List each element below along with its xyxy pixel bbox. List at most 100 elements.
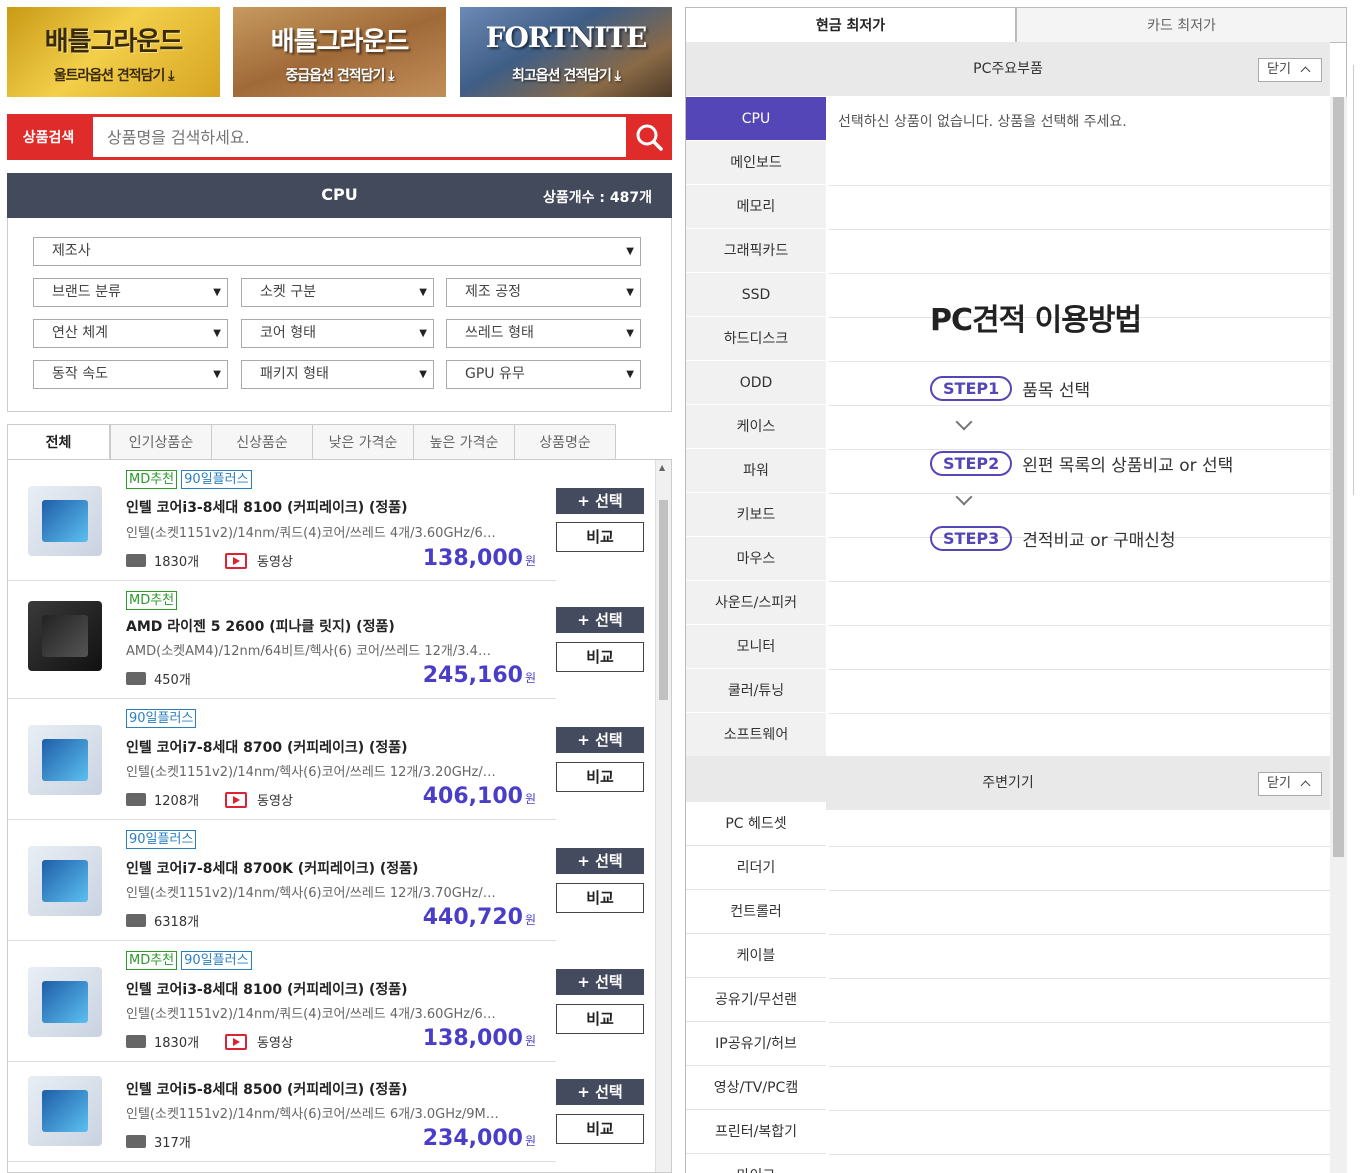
compare-button[interactable]: 비교: [556, 522, 644, 552]
filter-core[interactable]: 코어 형태: [241, 319, 434, 348]
menu-item-0[interactable]: CPU: [686, 97, 826, 141]
product-image[interactable]: [28, 846, 102, 916]
product-name[interactable]: 인텔 코어i7-8세대 8700 (커피레이크) (정품): [126, 737, 408, 757]
filter-maker[interactable]: 제조사: [33, 237, 641, 266]
price-tabs: 현금 최저가 카드 최저가: [685, 7, 1347, 43]
comment-icon: [126, 554, 146, 567]
compare-button[interactable]: 비교: [556, 883, 644, 913]
filter-clock[interactable]: 동작 속도: [33, 360, 228, 389]
peripheral-item-6[interactable]: 영상/TV/PC캠: [686, 1066, 826, 1110]
tab-high-price[interactable]: 높은 가격순: [413, 424, 515, 460]
menu-item-9[interactable]: 키보드: [686, 493, 826, 537]
peripheral-item-4[interactable]: 공유기/무선랜: [686, 978, 826, 1022]
banner-battlegrounds-ultra[interactable]: 배틀그라운드 울트라옵션 견적담기 ⤓: [7, 7, 220, 97]
select-button[interactable]: + 선택: [556, 848, 644, 874]
menu-item-13[interactable]: 쿨러/튜닝: [686, 669, 826, 713]
peripheral-item-5[interactable]: IP공유기/허브: [686, 1022, 826, 1066]
search-button[interactable]: [626, 114, 672, 160]
guide-title: PC견적 이용방법: [930, 303, 1142, 338]
comment-icon: [126, 914, 146, 927]
tab-low-price[interactable]: 낮은 가격순: [312, 424, 414, 460]
plus90-tag: 90일플러스: [181, 470, 252, 489]
banner-fortnite-high[interactable]: FORTNITE 최고옵션 견적담기 ⤓: [460, 7, 672, 97]
menu-item-4[interactable]: SSD: [686, 273, 826, 317]
product-name[interactable]: 인텔 코어i3-8세대 8100 (커피레이크) (정품): [126, 497, 408, 517]
collapse-button[interactable]: 닫기: [1258, 772, 1322, 796]
product-image[interactable]: [28, 486, 102, 556]
select-button[interactable]: + 선택: [556, 727, 644, 753]
filter-socket[interactable]: 소켓 구분: [241, 278, 434, 307]
tab-card-lowest[interactable]: 카드 최저가: [1016, 7, 1347, 43]
menu-item-7[interactable]: 케이스: [686, 405, 826, 449]
row-divider: [829, 493, 1330, 494]
select-button[interactable]: + 선택: [556, 488, 644, 514]
plus90-tag: 90일플러스: [126, 830, 197, 849]
menu-item-2[interactable]: 메모리: [686, 185, 826, 229]
guide-step-3: STEP3 견적비교 or 구매신청: [930, 526, 1176, 551]
video-label[interactable]: 동영상: [257, 1032, 293, 1051]
video-icon[interactable]: [225, 552, 248, 569]
search-input[interactable]: [90, 114, 626, 160]
product-name[interactable]: 인텔 코어i5-8세대 8500 (커피레이크) (정품): [126, 1079, 408, 1099]
comment-icon: [126, 672, 146, 685]
video-icon[interactable]: [225, 791, 248, 808]
filter-thread[interactable]: 쓰레드 형태: [446, 319, 641, 348]
menu-item-1[interactable]: 메인보드: [686, 141, 826, 185]
banner-title: 배틀그라운드: [270, 27, 410, 57]
tab-cash-lowest[interactable]: 현금 최저가: [685, 7, 1016, 43]
filter-gpu[interactable]: GPU 유무: [446, 360, 641, 389]
filter-process[interactable]: 제조 공정: [446, 278, 641, 307]
peripheral-item-1[interactable]: 리더기: [686, 846, 826, 890]
compare-button[interactable]: 비교: [556, 762, 644, 792]
tab-popular[interactable]: 인기상품순: [110, 424, 212, 460]
compare-button[interactable]: 비교: [556, 642, 644, 672]
compare-button[interactable]: 비교: [556, 1114, 644, 1144]
tab-new[interactable]: 신상품순: [211, 424, 313, 460]
product-name[interactable]: 인텔 코어i7-8세대 8700K (커피레이크) (정품): [126, 858, 418, 878]
product-image[interactable]: [28, 1076, 102, 1146]
banner-subtitle: 중급옵션 견적담기 ⤓: [285, 68, 395, 84]
product-image[interactable]: [28, 725, 102, 795]
compare-button[interactable]: 비교: [556, 1004, 644, 1034]
scroll-thumb[interactable]: [1333, 97, 1344, 857]
select-button[interactable]: + 선택: [556, 607, 644, 633]
menu-item-6[interactable]: ODD: [686, 361, 826, 405]
menu-item-11[interactable]: 사운드/스피커: [686, 581, 826, 625]
product-name[interactable]: 인텔 코어i3-8세대 8100 (커피레이크) (정품): [126, 979, 408, 999]
select-button[interactable]: + 선택: [556, 969, 644, 995]
list-scrollbar[interactable]: ▲: [655, 460, 671, 1172]
video-icon[interactable]: [225, 1033, 248, 1050]
product-image[interactable]: [28, 601, 102, 671]
peripheral-item-3[interactable]: 케이블: [686, 934, 826, 978]
peripheral-item-0[interactable]: PC 헤드셋: [686, 802, 826, 846]
panel-scrollbar[interactable]: [1330, 97, 1347, 1173]
peripheral-item-8[interactable]: 마이크: [686, 1154, 826, 1173]
filter-brand[interactable]: 브랜드 분류: [33, 278, 228, 307]
menu-item-14[interactable]: 소프트웨어: [686, 713, 826, 757]
search-label: 상품검색: [7, 114, 90, 160]
filter-arch[interactable]: 연산 체계: [33, 319, 228, 348]
filter-package[interactable]: 패키지 형태: [241, 360, 434, 389]
scroll-up-icon[interactable]: ▲: [659, 463, 665, 472]
menu-item-8[interactable]: 파워: [686, 449, 826, 493]
tab-name[interactable]: 상품명순: [514, 424, 616, 460]
guide-step-2: STEP2 왼편 목록의 상품비교 or 선택: [930, 451, 1233, 476]
collapse-button[interactable]: 닫기: [1258, 58, 1322, 82]
banner-battlegrounds-mid[interactable]: 배틀그라운드 중급옵션 견적담기 ⤓: [233, 7, 446, 97]
peripheral-item-7[interactable]: 프린터/복합기: [686, 1110, 826, 1154]
video-label[interactable]: 동영상: [257, 551, 293, 570]
menu-item-10[interactable]: 마우스: [686, 537, 826, 581]
row-divider: [829, 934, 1330, 935]
menu-item-12[interactable]: 모니터: [686, 625, 826, 669]
peripheral-item-2[interactable]: 컨트롤러: [686, 890, 826, 934]
md-tag: MD추천: [126, 470, 178, 489]
scroll-thumb[interactable]: [659, 500, 668, 700]
menu-item-3[interactable]: 그래픽카드: [686, 229, 826, 273]
select-button[interactable]: + 선택: [556, 1079, 644, 1105]
row-divider: [829, 713, 1330, 714]
product-image[interactable]: [28, 967, 102, 1037]
product-name[interactable]: AMD 라이젠 5 2600 (피나클 릿지) (정품): [126, 616, 395, 636]
menu-item-5[interactable]: 하드디스크: [686, 317, 826, 361]
tab-all[interactable]: 전체: [7, 424, 110, 460]
video-label[interactable]: 동영상: [257, 790, 293, 809]
